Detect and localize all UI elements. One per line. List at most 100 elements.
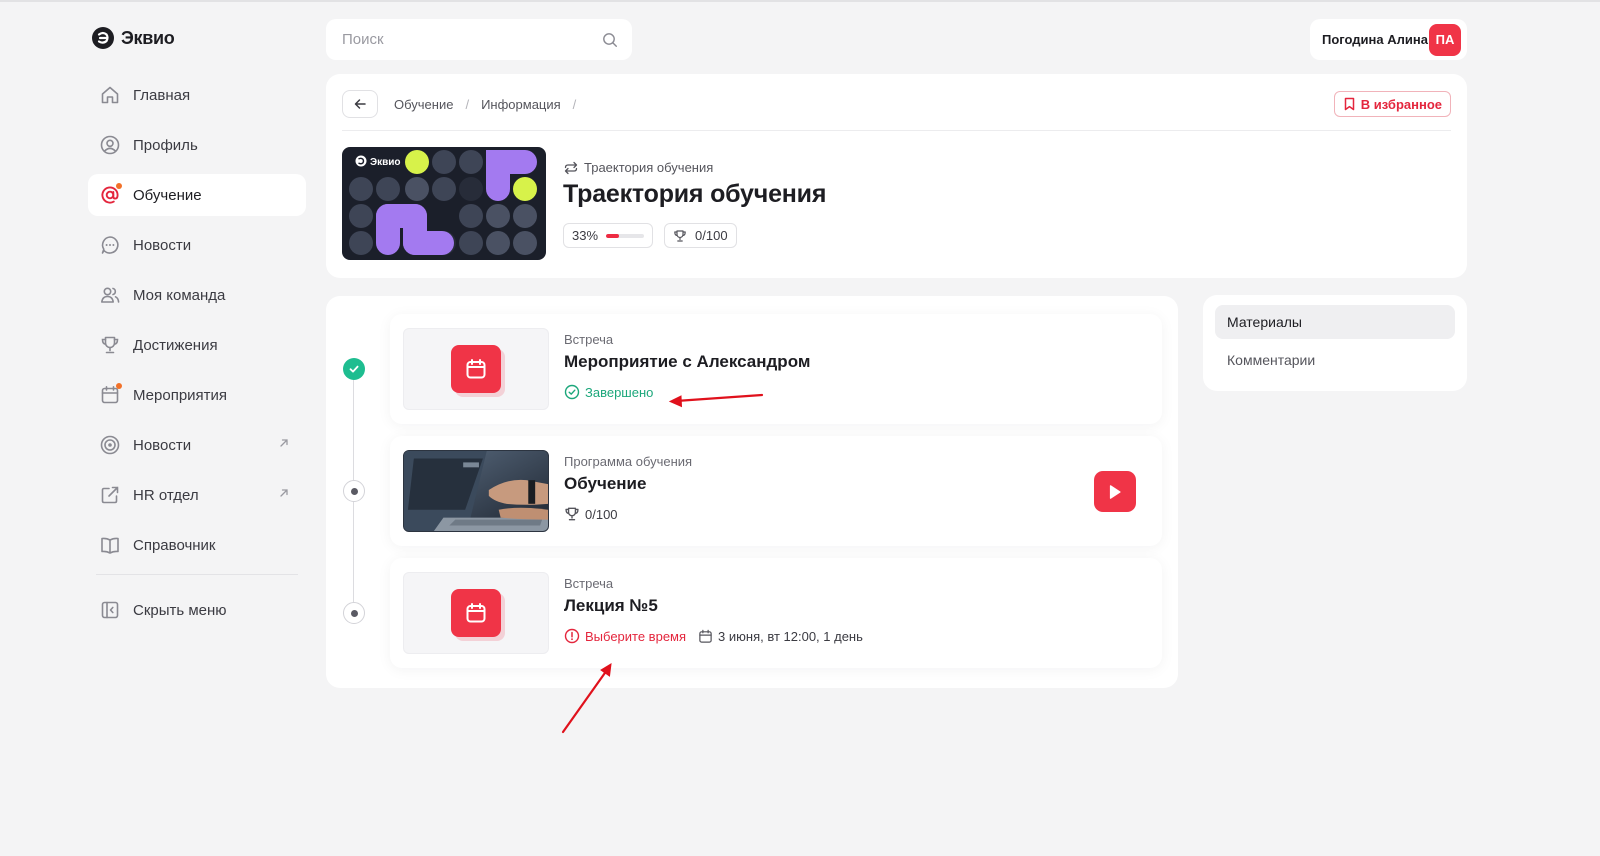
course-type: Траектория обучения	[564, 160, 713, 175]
sidebar-item-label: Мероприятия	[133, 386, 228, 404]
material-meta: 0/100	[564, 506, 618, 522]
sidebar-nav: Главная Профиль Обучение Новости Моя ком…	[88, 74, 306, 639]
check-circle-icon	[564, 384, 580, 400]
check-icon	[349, 365, 359, 373]
collapse-menu-button[interactable]: Скрыть меню	[88, 589, 306, 631]
notification-dot	[116, 383, 122, 389]
target-icon	[99, 434, 121, 456]
play-icon	[1109, 484, 1121, 499]
route-icon	[564, 161, 578, 174]
search-box	[326, 19, 632, 60]
step-dot	[350, 609, 358, 617]
step-completed-icon	[343, 358, 365, 380]
at-sign-icon	[99, 183, 122, 206]
sidebar-item-directory[interactable]: Справочник	[88, 524, 306, 566]
add-to-favorites-button[interactable]: В избранное	[1333, 91, 1451, 117]
select-time-link[interactable]: Выберите время	[564, 628, 686, 644]
event-date-text: 3 июня, вт 12:00, 1 день	[718, 628, 863, 644]
material-title[interactable]: Обучение	[564, 474, 646, 494]
user-circle-icon	[99, 134, 121, 156]
sidebar-item-label: Моя команда	[133, 286, 226, 304]
search-input[interactable]	[342, 31, 582, 48]
material-thumbnail	[403, 450, 549, 532]
course-type-label: Траектория обучения	[584, 160, 714, 175]
calendar-icon	[451, 589, 501, 637]
breadcrumb-item-info[interactable]: Информация	[481, 97, 561, 112]
sidebar-item-events[interactable]: Мероприятия	[88, 374, 306, 416]
divider	[342, 130, 1451, 131]
status-badge: Завершено	[564, 384, 653, 400]
cover-logo-text: Эквио	[370, 157, 401, 168]
sidebar-item-home[interactable]: Главная	[88, 74, 306, 116]
material-item[interactable]: Встреча Лекция №5 Выберите время 3 июня,…	[390, 558, 1162, 668]
material-item[interactable]: Встреча Мероприятие с Александром Заверш…	[390, 314, 1162, 424]
sidebar-item-label: Справочник	[133, 536, 216, 554]
sidebar-item-news[interactable]: Новости	[88, 224, 306, 266]
course-cover-image[interactable]: Эквио	[342, 147, 546, 260]
back-button[interactable]	[342, 90, 378, 118]
external-link-icon	[99, 484, 121, 506]
step-pending-icon	[343, 602, 365, 624]
team-icon	[99, 284, 121, 306]
sidebar-item-hr[interactable]: HR отдел	[88, 474, 306, 516]
sidebar-collapse-icon	[99, 599, 121, 621]
cover-pattern: Эквио	[342, 147, 546, 260]
course-stats: 33% 0/100	[563, 223, 737, 248]
arrow-up-right-icon	[280, 489, 288, 497]
sidebar-divider	[96, 574, 298, 575]
material-item[interactable]: Программа обучения Обучение 0/100	[390, 436, 1162, 546]
chat-bubble-icon	[99, 234, 121, 256]
trophy-icon	[674, 229, 686, 242]
laptop-photo	[404, 451, 548, 531]
calendar-icon	[99, 383, 122, 406]
score-text: 0/100	[695, 228, 728, 243]
event-date: 3 июня, вт 12:00, 1 день	[698, 629, 863, 644]
sidebar-item-my-team[interactable]: Моя команда	[88, 274, 306, 316]
logo-icon	[92, 27, 114, 49]
score-chip: 0/100	[664, 223, 737, 248]
sidebar-item-label: Главная	[133, 86, 191, 104]
score-badge: 0/100	[564, 506, 618, 522]
material-meta: Завершено	[564, 384, 653, 400]
calendar-icon	[699, 629, 712, 643]
sidebar-item-news-external[interactable]: Новости	[88, 424, 306, 466]
material-type: Программа обучения	[564, 454, 693, 469]
sidebar-item-label: HR отдел	[133, 486, 199, 504]
breadcrumb-item-learning[interactable]: Обучение	[394, 97, 453, 112]
status-text: Завершено	[585, 384, 654, 400]
material-type: Встреча	[564, 576, 614, 591]
user-menu[interactable]: Погодина Алина ПА	[1310, 19, 1467, 60]
breadcrumb: Обучение / Информация /	[342, 90, 588, 118]
avatar: ПА	[1429, 23, 1461, 56]
breadcrumb-separator: /	[572, 96, 577, 112]
material-thumbnail	[403, 328, 549, 410]
app-logo[interactable]: Эквио	[91, 26, 175, 50]
material-type: Встреча	[564, 332, 614, 347]
notification-dot	[116, 183, 122, 189]
tab-comments[interactable]: Комментарии	[1215, 343, 1455, 377]
material-title[interactable]: Лекция №5	[564, 596, 658, 616]
page-title: Траектория обучения	[563, 180, 827, 208]
trophy-icon	[99, 334, 121, 356]
material-title[interactable]: Мероприятие с Александром	[564, 352, 810, 372]
sidebar-item-label: Новости	[133, 236, 192, 254]
sidebar-item-profile[interactable]: Профиль	[88, 124, 306, 166]
sidebar-item-learning[interactable]: Обучение	[88, 174, 306, 216]
sidebar-item-achievements[interactable]: Достижения	[88, 324, 306, 366]
step-dot	[350, 487, 358, 495]
user-name: Погодина Алина	[1322, 32, 1428, 47]
progress-chip: 33%	[563, 223, 654, 248]
sidebar-item-label: Профиль	[133, 136, 198, 154]
trophy-icon	[565, 507, 579, 521]
tab-materials[interactable]: Материалы	[1215, 305, 1455, 339]
favorite-label: В избранное	[1360, 96, 1442, 112]
progress-text: 33%	[572, 228, 599, 243]
search-icon[interactable]	[602, 32, 618, 48]
content-tabs: Материалы Комментарии	[1203, 295, 1467, 391]
play-button[interactable]	[1094, 471, 1136, 512]
step-pending-icon	[343, 480, 365, 502]
progress-bar-fill	[606, 233, 619, 238]
collapse-menu-label: Скрыть меню	[133, 601, 227, 619]
arrow-up-right-icon	[280, 439, 288, 447]
sidebar-item-label: Новости	[133, 436, 192, 454]
